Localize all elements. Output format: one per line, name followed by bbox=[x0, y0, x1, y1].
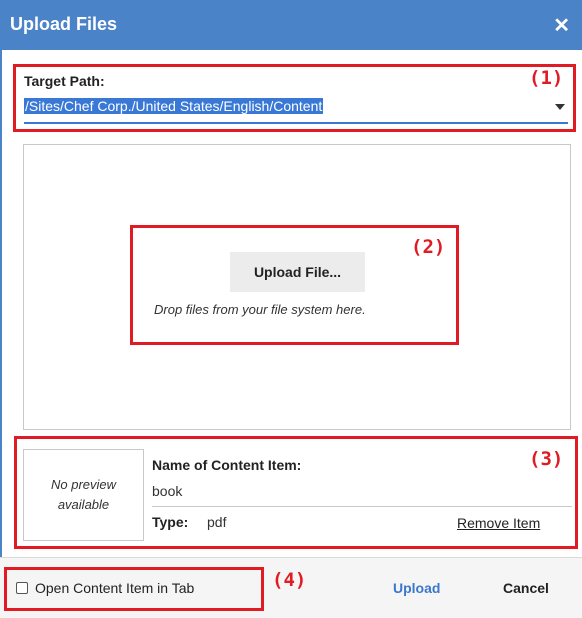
preview-text: No preview available bbox=[50, 477, 117, 512]
cancel-button[interactable]: Cancel bbox=[503, 580, 549, 596]
dialog-title: Upload Files bbox=[10, 14, 118, 34]
divider bbox=[152, 506, 572, 507]
upload-button[interactable]: Upload bbox=[393, 580, 440, 596]
annotation-label-2: (2) bbox=[411, 236, 446, 258]
upload-file-button[interactable]: Upload File... bbox=[230, 252, 365, 292]
annotation-label-4: (4) bbox=[272, 569, 307, 591]
annotation-label-3: (3) bbox=[529, 448, 564, 470]
close-icon[interactable]: ✕ bbox=[553, 13, 570, 38]
chevron-down-icon[interactable] bbox=[555, 104, 565, 110]
target-path-label: Target Path: bbox=[24, 73, 105, 89]
annotation-label-1: (1) bbox=[529, 67, 564, 89]
type-value: pdf bbox=[207, 514, 227, 530]
content-name-field[interactable]: book bbox=[152, 483, 182, 499]
type-label: Type: bbox=[152, 514, 189, 530]
open-in-tab-label[interactable]: Open Content Item in Tab bbox=[35, 580, 194, 596]
dialog-titlebar: Upload Files ✕ bbox=[0, 0, 582, 50]
dialog-left-border bbox=[0, 50, 2, 617]
target-path-underline bbox=[24, 122, 568, 124]
remove-item-link[interactable]: Remove Item bbox=[457, 515, 540, 531]
file-preview: No preview available bbox=[23, 449, 144, 541]
target-path-select[interactable]: /Sites/Chef Corp./United States/English/… bbox=[24, 98, 324, 114]
open-in-tab-checkbox[interactable] bbox=[16, 582, 28, 594]
drop-hint: Drop files from your file system here. bbox=[154, 302, 366, 317]
content-name-label: Name of Content Item: bbox=[152, 457, 302, 473]
